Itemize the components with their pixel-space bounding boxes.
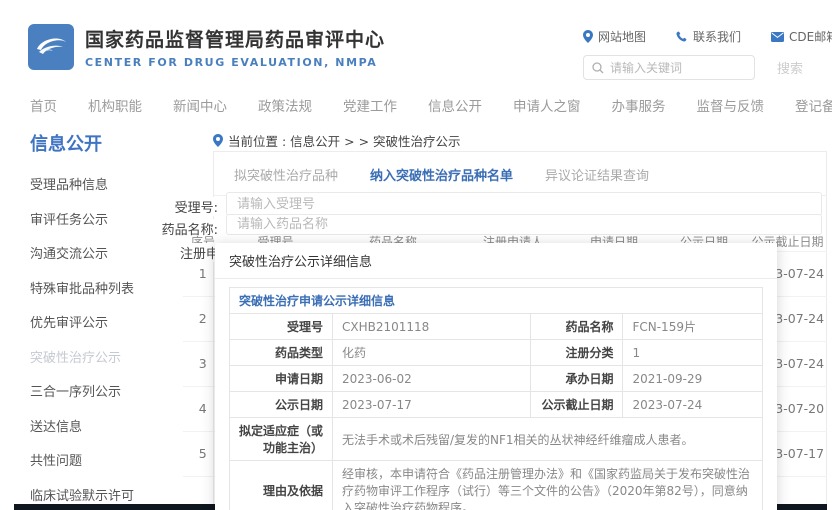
sidebar-item-delivery-info[interactable]: 送达信息 <box>30 416 180 435</box>
header-quick-links: 网站地图 联系我们 CDE邮箱 <box>583 28 832 45</box>
sidebar-item-accepted-varieties[interactable]: 受理品种信息 <box>30 174 180 193</box>
field-label: 公示日期 <box>230 392 333 418</box>
nav-applicant-window[interactable]: 申请人之窗 <box>513 95 581 115</box>
site-title: 国家药品监督管理局药品审评中心 <box>85 25 385 52</box>
field-label: 公示截止日期 <box>531 392 623 418</box>
field-value: CXHB2101118 <box>333 314 531 340</box>
nav-info-disclosure[interactable]: 信息公开 <box>428 95 482 115</box>
cde-mail-link[interactable]: CDE邮箱 <box>771 28 832 45</box>
sidebar-item-communication[interactable]: 沟通交流公示 <box>30 243 180 262</box>
keyword-search-input[interactable] <box>610 61 746 75</box>
accept-no-input[interactable] <box>226 192 822 216</box>
field-value: 2021-09-29 <box>623 366 763 392</box>
field-value: 2023-07-24 <box>623 392 763 418</box>
tab-proposed-breakthrough[interactable]: 拟突破性治疗品种 <box>234 165 338 184</box>
field-value: 2023-06-02 <box>333 366 531 392</box>
nav-news[interactable]: 新闻中心 <box>173 95 227 115</box>
sitemap-label: 网站地图 <box>598 28 646 45</box>
contact-label: 联系我们 <box>693 28 741 45</box>
site-subtitle: CENTER FOR DRUG EVALUATION, NMPA <box>85 56 385 69</box>
field-label: 承办日期 <box>531 366 623 392</box>
nav-registration-platform[interactable]: 登记备案平台 <box>795 95 832 115</box>
field-label: 注册分类 <box>531 340 623 366</box>
search-button[interactable]: 搜索 <box>777 58 803 77</box>
sidebar-title: 信息公开 <box>30 130 180 156</box>
search-box[interactable] <box>583 55 755 80</box>
detail-modal: 突破性治疗公示详细信息 突破性治疗申请公示详细信息 受理号 CXHB210111… <box>215 243 777 510</box>
sidebar-item-clinical-trial-license[interactable]: 临床试验默示许可 <box>30 485 180 504</box>
tab-included-breakthrough-list[interactable]: 纳入突破性治疗品种名单 <box>370 165 513 184</box>
nav-supervision[interactable]: 监督与反馈 <box>697 95 765 115</box>
field-label: 药品类型 <box>230 340 333 366</box>
sidebar-item-special-approval[interactable]: 特殊审批品种列表 <box>30 278 180 297</box>
phone-icon <box>676 31 688 43</box>
detail-table: 突破性治疗申请公示详细信息 受理号 CXHB2101118 药品名称 FCN-1… <box>229 287 763 510</box>
nav-policy[interactable]: 政策法规 <box>258 95 312 115</box>
reason-label: 理由及依据 <box>230 461 333 510</box>
site-logo: 国家药品监督管理局药品审评中心 CENTER FOR DRUG EVALUATI… <box>28 24 385 70</box>
sidebar-item-common-issues[interactable]: 共性问题 <box>30 450 180 469</box>
location-pin-icon <box>583 30 593 43</box>
page: 国家药品监督管理局药品审评中心 CENTER FOR DRUG EVALUATI… <box>0 0 832 510</box>
modal-body: 突破性治疗申请公示详细信息 受理号 CXHB2101118 药品名称 FCN-1… <box>215 279 777 510</box>
cde-mail-label: CDE邮箱 <box>789 28 832 45</box>
modal-title: 突破性治疗公示详细信息 <box>215 243 777 279</box>
accept-no-label: 受理号: <box>150 197 218 216</box>
nav-services[interactable]: 办事服务 <box>612 95 666 115</box>
nav-home[interactable]: 首页 <box>30 95 57 115</box>
breadcrumb: 当前位置 : 信息公开 > > 突破性治疗公示 <box>213 131 461 150</box>
sidebar-item-three-in-one[interactable]: 三合一序列公示 <box>30 381 180 400</box>
main-nav: 首页 机构职能 新闻中心 政策法规 党建工作 信息公开 申请人之窗 办事服务 监… <box>30 95 832 115</box>
field-value: 2023-07-17 <box>333 392 531 418</box>
header-search: 搜索 <box>583 55 803 80</box>
sidebar-item-priority-review[interactable]: 优先审评公示 <box>30 312 180 331</box>
sidebar: 信息公开 受理品种信息 审评任务公示 沟通交流公示 特殊审批品种列表 优先审评公… <box>30 130 180 510</box>
magnifier-icon <box>592 62 604 74</box>
indication-value: 无法手术或术后残留/复发的NF1相关的丛状神经纤维瘤成人患者。 <box>333 418 763 461</box>
field-value: FCN-159片 <box>623 314 763 340</box>
field-value: 1 <box>623 340 763 366</box>
contact-link[interactable]: 联系我们 <box>676 28 741 45</box>
location-pin-icon <box>213 134 223 147</box>
tab-objection-results[interactable]: 异议论证结果查询 <box>545 165 649 184</box>
detail-section-title: 突破性治疗申请公示详细信息 <box>230 288 763 314</box>
field-label: 受理号 <box>230 314 333 340</box>
nav-party[interactable]: 党建工作 <box>343 95 397 115</box>
cde-swoosh-logo-icon <box>28 24 74 70</box>
reason-value: 经审核，本申请符合《药品注册管理办法》和《国家药监局关于发布突破性治疗药物审评工… <box>333 461 763 510</box>
tabs: 拟突破性治疗品种 纳入突破性治疗品种名单 异议论证结果查询 <box>214 152 826 196</box>
field-label: 药品名称 <box>531 314 623 340</box>
breadcrumb-text: 当前位置 : 信息公开 > > 突破性治疗公示 <box>228 131 461 150</box>
envelope-icon <box>771 32 784 42</box>
sidebar-item-breakthrough-therapy[interactable]: 突破性治疗公示 <box>30 347 180 366</box>
indication-label: 拟定适应症（或功能主治） <box>230 418 333 461</box>
nav-functions[interactable]: 机构职能 <box>88 95 142 115</box>
field-label: 申请日期 <box>230 366 333 392</box>
field-value: 化药 <box>333 340 531 366</box>
sitemap-link[interactable]: 网站地图 <box>583 28 646 45</box>
